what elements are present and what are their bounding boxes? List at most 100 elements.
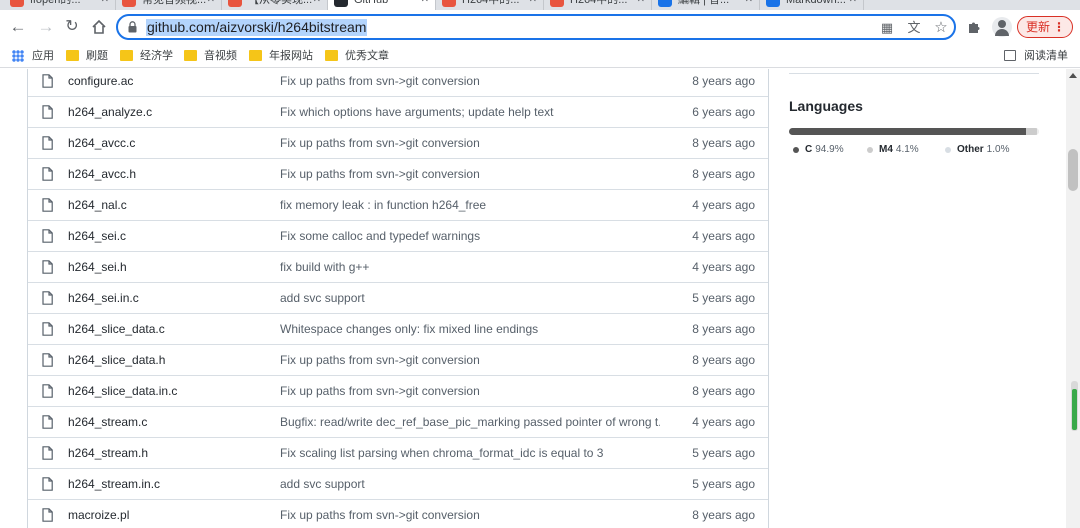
home-icon[interactable] bbox=[87, 15, 111, 39]
tab-close-icon[interactable]: ✕ bbox=[529, 0, 537, 10]
address-bar[interactable]: github.com/aizvorski/h264bitstream ▦ 文 ☆ bbox=[116, 14, 956, 40]
file-row[interactable]: h264_stream.h Fix scaling list parsing wh… bbox=[28, 437, 768, 468]
file-icon bbox=[42, 74, 53, 88]
tab-title: 編輯 | 音... bbox=[678, 0, 730, 6]
bookmark-folder-label: 经济学 bbox=[140, 50, 173, 62]
file-name-link[interactable]: h264_avcc.c bbox=[68, 136, 135, 150]
url-text[interactable]: github.com/aizvorski/h264bitstream bbox=[146, 19, 368, 36]
bookmark-folder[interactable]: 经济学 bbox=[120, 48, 173, 64]
file-name-link[interactable]: h264_stream.h bbox=[68, 446, 148, 460]
file-row[interactable]: h264_analyze.c Fix which options have arg… bbox=[28, 96, 768, 127]
file-name-link[interactable]: h264_slice_data.in.c bbox=[68, 384, 177, 398]
reading-list[interactable]: 阅读清单 bbox=[1004, 48, 1068, 64]
commit-message-link[interactable]: fix memory leak : in function h264_free bbox=[280, 198, 660, 212]
lock-icon bbox=[128, 21, 137, 33]
commit-message-link[interactable]: Fix some calloc and typedef warnings bbox=[280, 229, 660, 243]
browser-tab[interactable]: ffopen的... ✕ bbox=[4, 0, 116, 10]
language-bar-segment[interactable] bbox=[1036, 128, 1039, 135]
language-legend-item[interactable]: Other 1.0% bbox=[943, 143, 1009, 157]
browser-tab[interactable]: H264中的... ✕ bbox=[544, 0, 652, 10]
file-row[interactable]: configure.ac Fix up paths from svn->git c… bbox=[28, 69, 768, 96]
commit-message-link[interactable]: Fix up paths from svn->git conversion bbox=[280, 353, 660, 367]
file-name-link[interactable]: h264_stream.c bbox=[68, 415, 147, 429]
bookmark-folder[interactable]: 刷题 bbox=[66, 48, 108, 64]
file-name-link[interactable]: h264_sei.h bbox=[68, 260, 127, 274]
file-row[interactable]: h264_sei.h fix build with g++ 4 years ago bbox=[28, 251, 768, 282]
tab-close-icon[interactable]: ✕ bbox=[637, 0, 645, 10]
browser-tab[interactable]: GitHub ✕ bbox=[328, 0, 436, 10]
commit-message-link[interactable]: Whitespace changes only: fix mixed line … bbox=[280, 322, 660, 336]
forward-arrow-icon[interactable]: → bbox=[34, 15, 58, 39]
reload-icon[interactable]: ↻ bbox=[60, 15, 84, 39]
file-name-link[interactable]: h264_stream.in.c bbox=[68, 477, 160, 491]
file-row[interactable]: h264_slice_data.in.c Fix up paths from sv… bbox=[28, 375, 768, 406]
language-bar-segment[interactable] bbox=[789, 128, 1027, 135]
translate-icon[interactable]: 文 bbox=[905, 19, 923, 37]
tab-favicon-icon bbox=[658, 0, 672, 7]
file-row[interactable]: h264_avcc.c Fix up paths from svn->git co… bbox=[28, 127, 768, 158]
update-button[interactable]: 更新 ⋮ bbox=[1017, 16, 1073, 38]
file-row[interactable]: h264_stream.c Bugfix: read/write dec_ref_… bbox=[28, 406, 768, 437]
file-name-link[interactable]: h264_sei.c bbox=[68, 229, 126, 243]
commit-message-link[interactable]: Fix scaling list parsing when chroma_for… bbox=[280, 446, 660, 460]
commit-age: 5 years ago bbox=[692, 446, 755, 460]
file-row[interactable]: h264_sei.c Fix some calloc and typedef wa… bbox=[28, 220, 768, 251]
bookmark-folder[interactable]: 年报网站 bbox=[249, 48, 313, 64]
browser-tab[interactable]: 【从零实现...✕ bbox=[222, 0, 328, 10]
file-name-link[interactable]: configure.ac bbox=[68, 74, 133, 88]
commit-message-link[interactable]: Bugfix: read/write dec_ref_base_pic_mark… bbox=[280, 415, 660, 429]
page-scrollbar[interactable] bbox=[1066, 69, 1080, 528]
tab-favicon-icon bbox=[550, 0, 564, 7]
file-icon bbox=[42, 198, 53, 212]
browser-tab[interactable]: H264中的... ✕ bbox=[436, 0, 544, 10]
tab-close-icon[interactable]: ✕ bbox=[421, 0, 429, 10]
bookmark-apps[interactable]: 应用 bbox=[12, 48, 54, 64]
file-name-link[interactable]: macroize.pl bbox=[68, 508, 129, 522]
page-content: configure.ac Fix up paths from svn->git c… bbox=[0, 69, 1080, 528]
commit-message-link[interactable]: Fix up paths from svn->git conversion bbox=[280, 384, 660, 398]
file-row[interactable]: macroize.pl Fix up paths from svn->git co… bbox=[28, 499, 768, 528]
scroll-up-arrow-icon[interactable] bbox=[1069, 73, 1077, 78]
file-name-link[interactable]: h264_slice_data.h bbox=[68, 353, 165, 367]
commit-message-link[interactable]: Fix up paths from svn->git conversion bbox=[280, 167, 660, 181]
commit-message-link[interactable]: add svc support bbox=[280, 291, 660, 305]
tab-close-icon[interactable]: ✕ bbox=[313, 0, 321, 10]
commit-message-link[interactable]: add svc support bbox=[280, 477, 660, 491]
language-bar-segment[interactable] bbox=[1026, 128, 1037, 135]
commit-message-link[interactable]: Fix up paths from svn->git conversion bbox=[280, 74, 660, 88]
file-name-link[interactable]: h264_nal.c bbox=[68, 198, 127, 212]
commit-message-link[interactable]: Fix up paths from svn->git conversion bbox=[280, 136, 660, 150]
scroll-thumb[interactable] bbox=[1068, 149, 1078, 191]
commit-message-link[interactable]: Fix which options have arguments; update… bbox=[280, 105, 660, 119]
file-row[interactable]: h264_stream.in.c add svc support 5 years a… bbox=[28, 468, 768, 499]
tab-close-icon[interactable]: ✕ bbox=[207, 0, 215, 10]
tab-close-icon[interactable]: ✕ bbox=[849, 0, 857, 10]
browser-tab[interactable]: Markdown...✕ bbox=[760, 0, 864, 10]
file-row[interactable]: h264_avcc.h Fix up paths from svn->git co… bbox=[28, 158, 768, 189]
tab-close-icon[interactable]: ✕ bbox=[101, 0, 109, 10]
bookmark-folder[interactable]: 音视频 bbox=[184, 48, 237, 64]
file-name-link[interactable]: h264_sei.in.c bbox=[68, 291, 139, 305]
profile-avatar[interactable] bbox=[992, 17, 1012, 37]
qr-code-icon[interactable]: ▦ bbox=[878, 19, 896, 37]
extensions-puzzle-icon[interactable] bbox=[964, 17, 984, 37]
browser-tab[interactable]: 常见音频视...✕ bbox=[116, 0, 222, 10]
file-icon bbox=[42, 229, 53, 243]
file-row[interactable]: h264_slice_data.c Whitespace changes only… bbox=[28, 313, 768, 344]
file-row[interactable]: h264_nal.c fix memory leak : in function … bbox=[28, 189, 768, 220]
tab-close-icon[interactable]: ✕ bbox=[745, 0, 753, 10]
language-legend-item[interactable]: C 94.9% bbox=[791, 143, 844, 157]
browser-tab[interactable]: 編輯 | 音... ✕ bbox=[652, 0, 760, 10]
file-row[interactable]: h264_slice_data.h Fix up paths from svn->… bbox=[28, 344, 768, 375]
file-row[interactable]: h264_sei.in.c add svc support 5 years ago bbox=[28, 282, 768, 313]
language-legend-item[interactable]: M4 4.1% bbox=[865, 143, 919, 157]
commit-message-link[interactable]: fix build with g++ bbox=[280, 260, 660, 274]
file-name-link[interactable]: h264_avcc.h bbox=[68, 167, 136, 181]
back-arrow-icon[interactable]: ← bbox=[6, 15, 30, 39]
file-name-link[interactable]: h264_slice_data.c bbox=[68, 322, 165, 336]
commit-message-link[interactable]: Fix up paths from svn->git conversion bbox=[280, 508, 660, 522]
file-name-link[interactable]: h264_analyze.c bbox=[68, 105, 152, 119]
bookmark-folder[interactable]: 优秀文章 bbox=[325, 48, 389, 64]
bookmark-star-icon[interactable]: ☆ bbox=[932, 19, 950, 37]
languages-bar bbox=[789, 128, 1039, 135]
